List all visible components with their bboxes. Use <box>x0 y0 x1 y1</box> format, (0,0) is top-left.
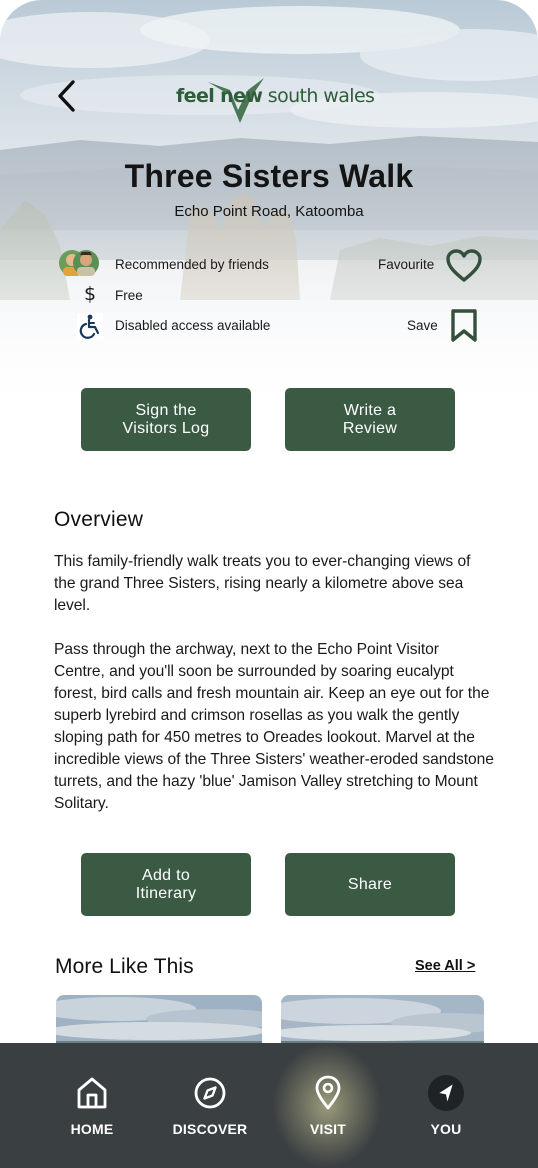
bookmark-icon <box>451 309 477 342</box>
write-review-button[interactable]: Write a Review <box>285 388 455 451</box>
sign-visitors-log-button[interactable]: Sign the Visitors Log <box>81 388 251 451</box>
wheelchair-access-icon <box>77 313 103 339</box>
more-like-this-heading: More Like This <box>55 955 194 978</box>
back-button[interactable] <box>48 76 84 116</box>
place-address: Echo Point Road, Katoomba <box>174 203 364 220</box>
recommended-text: Recommended by friends <box>115 257 269 272</box>
home-icon <box>74 1075 110 1111</box>
overview-paragraph-2: Pass through the archway, next to the Ec… <box>54 641 494 812</box>
tab-you-label: YOU <box>430 1121 462 1137</box>
chevron-left-icon <box>58 80 75 112</box>
see-all-link[interactable]: See All > <box>415 958 475 974</box>
map-pin-icon <box>310 1075 346 1111</box>
dollar-icon: $ <box>83 283 97 305</box>
heart-icon <box>446 249 482 282</box>
logo-text-light: south wales <box>267 85 375 107</box>
friends-avatars <box>56 247 102 279</box>
access-text: Disabled access available <box>115 318 271 333</box>
tab-home-label: HOME <box>70 1121 114 1137</box>
overview-heading: Overview <box>54 508 144 531</box>
brand-logo: feel new south wales <box>170 76 375 128</box>
tab-you[interactable]: YOU <box>386 1043 506 1168</box>
tab-visit-label: VISIT <box>309 1121 346 1137</box>
tab-home[interactable]: HOME <box>32 1043 152 1168</box>
logo-text-bold: feel new <box>176 85 263 107</box>
page-title: Three Sisters Walk <box>124 158 414 194</box>
favourite-heart-button[interactable] <box>444 247 484 285</box>
tab-discover-label: DISCOVER <box>172 1121 248 1137</box>
save-bookmark-button[interactable] <box>449 308 479 344</box>
tab-discover[interactable]: DISCOVER <box>150 1043 270 1168</box>
navigation-arrow-icon <box>428 1075 464 1111</box>
app-screen: feel new south wales Three Sisters Walk … <box>0 0 538 1168</box>
overview-paragraph-1: This family-friendly walk treats you to … <box>54 553 471 614</box>
logo-wordmark: feel new south wales <box>176 85 375 107</box>
price-text: Free <box>115 288 143 303</box>
share-button[interactable]: Share <box>285 853 455 916</box>
compass-icon <box>192 1075 228 1111</box>
save-label: Save <box>407 318 438 333</box>
favourite-label: Favourite <box>378 257 435 272</box>
tab-visit[interactable]: VISIT <box>268 1043 388 1168</box>
add-to-itinerary-button[interactable]: Add to Itinerary <box>81 853 251 916</box>
